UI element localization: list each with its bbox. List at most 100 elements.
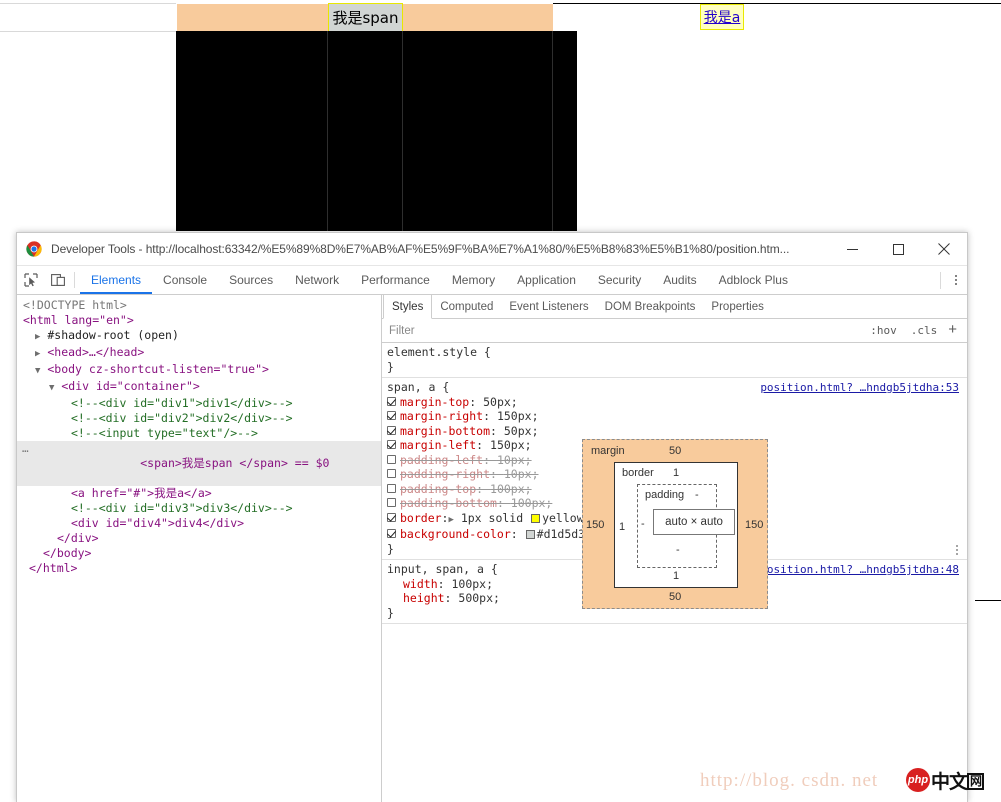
- css-declaration[interactable]: margin-right: 150px;: [382, 409, 967, 424]
- css-source-link[interactable]: position.html? …hndgb5jtdha:48: [760, 563, 959, 576]
- dom-node-html-close[interactable]: </html>: [17, 561, 381, 576]
- inspect-element-icon[interactable]: [17, 266, 44, 294]
- declaration-checkbox[interactable]: [387, 469, 396, 478]
- minimize-button[interactable]: [829, 233, 875, 265]
- css-selector[interactable]: element.style {: [382, 345, 967, 360]
- box-model-padding-box[interactable]: padding - - - - auto × auto: [637, 484, 735, 568]
- declaration-checkbox[interactable]: [387, 454, 396, 464]
- subtab-event-listeners[interactable]: Event Listeners: [501, 295, 596, 318]
- node-badge-icon[interactable]: …: [22, 441, 30, 456]
- dom-node-div4[interactable]: <div id="div4">div4</div>: [17, 516, 381, 531]
- subtab-styles[interactable]: Styles: [383, 295, 433, 319]
- box-model-margin-label: margin: [591, 445, 625, 457]
- cls-toggle-button[interactable]: .cls: [904, 324, 945, 337]
- border-left-value[interactable]: 1: [619, 521, 625, 533]
- dom-node-div-close[interactable]: </div>: [17, 531, 381, 546]
- box-model-margin-box[interactable]: margin 50 50 150 150 border 1 1 1 1: [582, 439, 768, 609]
- dom-node-comment-div1[interactable]: <!--<div id="div1">div1</div>-->: [17, 396, 381, 411]
- panel-tabs: Elements Console Sources Network Perform…: [80, 266, 936, 294]
- tab-application[interactable]: Application: [506, 266, 587, 294]
- hov-toggle-button[interactable]: :hov: [863, 324, 904, 337]
- styles-subtabs: Styles Computed Event Listeners DOM Brea…: [382, 295, 967, 319]
- black-divider-left: [327, 31, 328, 231]
- dom-node-doctype[interactable]: <!DOCTYPE html>: [17, 298, 381, 313]
- declaration-checkbox[interactable]: [387, 529, 396, 538]
- color-swatch-yellow[interactable]: [531, 513, 541, 523]
- declaration-value[interactable]: 150px;: [497, 409, 539, 423]
- dom-node-comment-div3[interactable]: <!--<div id="div3">div3</div>-->: [17, 501, 381, 516]
- declaration-value[interactable]: 10px;: [497, 453, 532, 467]
- expander-triangle-icon[interactable]: ▶: [35, 332, 40, 342]
- declaration-checkbox[interactable]: [387, 425, 396, 435]
- dom-node-body-close[interactable]: </body>: [17, 546, 381, 561]
- subtab-properties[interactable]: Properties: [703, 295, 771, 318]
- filter-input[interactable]: Filter: [389, 325, 863, 337]
- declaration-checkbox[interactable]: [387, 512, 396, 522]
- tab-adblock-plus[interactable]: Adblock Plus: [708, 266, 799, 294]
- padding-left-value[interactable]: -: [641, 518, 645, 530]
- dom-node-comment-div2[interactable]: <!--<div id="div2">div2</div>-->: [17, 411, 381, 426]
- border-top-value[interactable]: 1: [673, 467, 679, 479]
- tab-memory[interactable]: Memory: [441, 266, 506, 294]
- css-declaration[interactable]: margin-top: 50px;: [382, 395, 967, 410]
- box-model-border-box[interactable]: border 1 1 1 1 padding - - -: [614, 462, 738, 588]
- php-cn-boxed: 网: [967, 772, 985, 790]
- box-model-padding-label: padding: [645, 489, 685, 501]
- css-source-link[interactable]: position.html? …hndgb5jtdha:53: [760, 381, 959, 394]
- margin-left-value[interactable]: 150: [586, 519, 604, 531]
- padding-bottom-value[interactable]: -: [676, 544, 680, 556]
- declaration-value[interactable]: 50px;: [504, 424, 539, 438]
- declaration-checkbox[interactable]: [387, 498, 396, 507]
- declaration-value[interactable]: 10px;: [504, 467, 539, 481]
- dom-node-container[interactable]: ▼ <div id="container">: [17, 379, 381, 396]
- maximize-button[interactable]: [875, 233, 921, 265]
- close-button[interactable]: [921, 233, 967, 265]
- dom-node-body[interactable]: ▼ <body cz-shortcut-listen="true">: [17, 362, 381, 379]
- margin-bottom-value[interactable]: 50: [669, 591, 681, 603]
- anchor-element[interactable]: 我是a: [700, 4, 744, 30]
- tab-audits[interactable]: Audits: [652, 266, 707, 294]
- color-swatch-background[interactable]: [525, 530, 535, 539]
- declaration-value[interactable]: 150px;: [490, 438, 532, 452]
- dom-node-html-text: <html lang="en">: [23, 313, 134, 327]
- dom-node-html[interactable]: <html lang="en">: [17, 313, 381, 328]
- css-declaration[interactable]: margin-bottom: 50px;: [382, 424, 967, 439]
- tab-network[interactable]: Network: [284, 266, 350, 294]
- box-model-content-box[interactable]: auto × auto: [653, 509, 735, 535]
- dom-node-comment-input[interactable]: <!--<input type="text"/>-->: [17, 426, 381, 441]
- rule-more-options-icon[interactable]: [956, 545, 958, 555]
- declaration-value[interactable]: 50px;: [483, 395, 518, 409]
- dom-tree-pane[interactable]: <!DOCTYPE html> <html lang="en"> ▶ #shad…: [17, 295, 382, 802]
- declaration-value[interactable]: 100px;: [511, 496, 553, 510]
- declaration-checkbox[interactable]: [387, 440, 396, 449]
- declaration-checkbox[interactable]: [387, 411, 396, 420]
- declaration-value[interactable]: 100px;: [451, 577, 493, 591]
- declaration-checkbox[interactable]: [387, 396, 396, 406]
- subtab-dom-breakpoints[interactable]: DOM Breakpoints: [597, 295, 704, 318]
- margin-right-value[interactable]: 150: [745, 519, 763, 531]
- collapse-triangle-icon[interactable]: ▼: [35, 366, 40, 376]
- device-toolbar-icon[interactable]: [44, 266, 71, 294]
- collapse-triangle-icon[interactable]: ▼: [49, 383, 54, 393]
- tab-security[interactable]: Security: [587, 266, 652, 294]
- dom-node-anchor[interactable]: <a href="#">我是a</a>: [17, 486, 381, 501]
- declaration-checkbox[interactable]: [387, 483, 396, 493]
- tab-console[interactable]: Console: [152, 266, 218, 294]
- page-rule-left-bottom: [0, 31, 176, 32]
- subtab-computed[interactable]: Computed: [432, 295, 501, 318]
- border-bottom-value[interactable]: 1: [673, 570, 679, 582]
- more-options-icon[interactable]: [945, 275, 967, 285]
- tab-elements[interactable]: Elements: [80, 266, 152, 294]
- expander-triangle-icon[interactable]: ▶: [35, 349, 40, 359]
- dom-node-head[interactable]: ▶ <head>…</head>: [17, 345, 381, 362]
- margin-top-value[interactable]: 50: [669, 445, 681, 457]
- new-style-rule-button[interactable]: +: [944, 321, 963, 340]
- padding-top-value[interactable]: -: [695, 489, 699, 501]
- page-rule-left-top: [0, 3, 176, 4]
- declaration-value[interactable]: 100px;: [490, 482, 532, 496]
- tab-performance[interactable]: Performance: [350, 266, 441, 294]
- declaration-value[interactable]: 500px;: [458, 591, 500, 605]
- dom-node-span[interactable]: … <span>我是span </span> == $0: [17, 441, 381, 486]
- tab-sources[interactable]: Sources: [218, 266, 284, 294]
- dom-node-shadow-root[interactable]: ▶ #shadow-root (open): [17, 328, 381, 345]
